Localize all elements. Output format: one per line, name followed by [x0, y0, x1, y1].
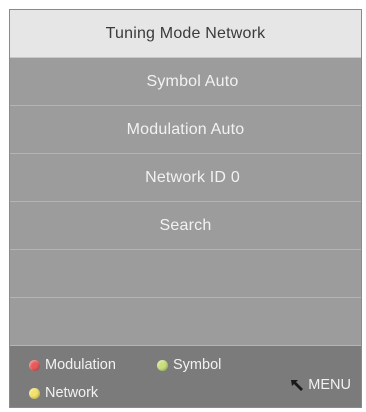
menu-title: Tuning Mode Network	[10, 10, 361, 58]
menu-item-empty	[10, 250, 361, 298]
return-arrow-icon	[291, 379, 304, 391]
legend-modulation[interactable]: Modulation	[29, 357, 116, 373]
menu-item-network-id[interactable]: Network ID 0	[10, 154, 361, 202]
green-button-icon	[157, 359, 168, 371]
menu-item-search[interactable]: Search	[10, 202, 361, 250]
menu-item-modulation[interactable]: Modulation Auto	[10, 106, 361, 154]
tuning-menu-panel: Tuning Mode Network Symbol Auto Modulati…	[9, 9, 362, 408]
legend-network[interactable]: Network	[29, 385, 98, 401]
legend-symbol[interactable]: Symbol	[157, 357, 221, 373]
yellow-button-icon	[29, 387, 40, 399]
legend-label: Symbol	[173, 357, 222, 373]
color-key-footer: Modulation Symbol Network MENU	[10, 346, 361, 407]
menu-item-empty	[10, 298, 361, 346]
menu-item-symbol[interactable]: Symbol Auto	[10, 58, 361, 106]
menu-label: MENU	[308, 377, 351, 393]
red-button-icon	[29, 359, 40, 371]
legend-label: Network	[45, 385, 99, 401]
menu-back-button[interactable]: MENU	[290, 377, 351, 393]
legend-label: Modulation	[45, 357, 116, 373]
